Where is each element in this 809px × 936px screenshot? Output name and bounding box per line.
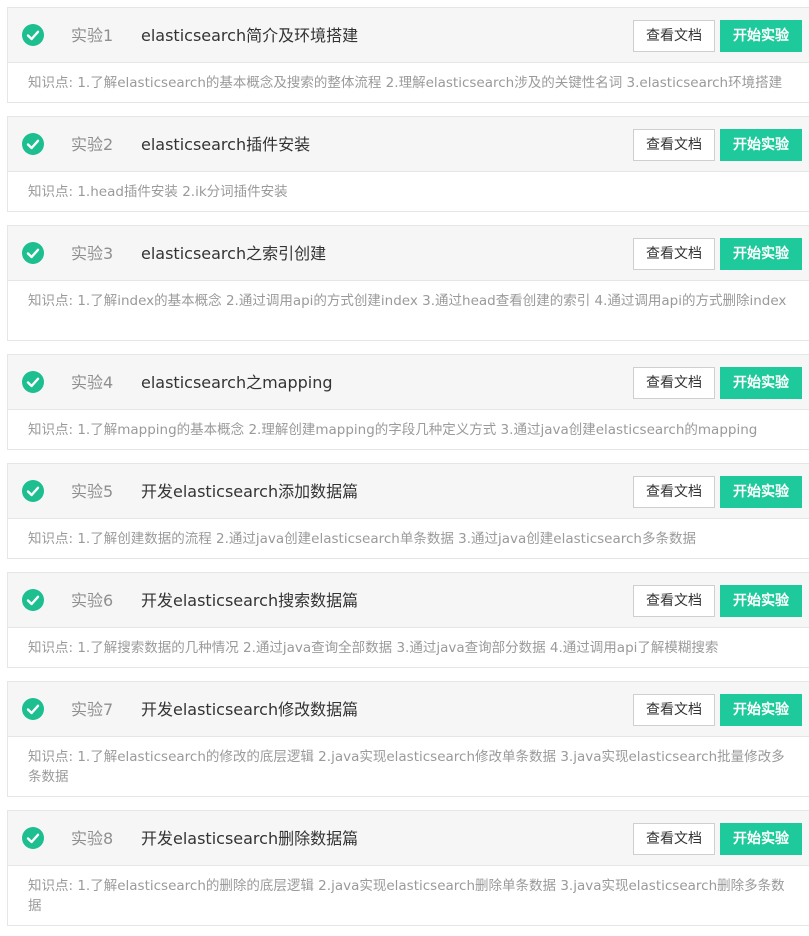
lab-card: 实验5 开发elasticsearch添加数据篇 查看文档 开始实验 知识点: … [7,463,809,559]
lab-card: 实验4 elasticsearch之mapping 查看文档 开始实验 知识点:… [7,354,809,450]
lab-number: 实验5 [71,482,114,501]
lab-card: 实验7 开发elasticsearch修改数据篇 查看文档 开始实验 知识点: … [7,681,809,797]
lab-card: 实验8 开发elasticsearch删除数据篇 查看文档 开始实验 知识点: … [7,810,809,926]
check-circle-icon [22,133,44,155]
knowledge-points: 知识点: 1.了解elasticsearch的删除的底层逻辑 2.java实现e… [28,878,785,914]
start-lab-button[interactable]: 开始实验 [720,367,802,399]
start-lab-button[interactable]: 开始实验 [720,694,802,726]
lab-title: elasticsearch简介及环境搭建 [141,26,359,45]
lab-card: 实验2 elasticsearch插件安装 查看文档 开始实验 知识点: 1.h… [7,116,809,212]
lab-number: 实验7 [71,700,114,719]
knowledge-points: 知识点: 1.了解mapping的基本概念 2.理解创建mapping的字段几种… [28,422,758,438]
start-lab-button[interactable]: 开始实验 [720,823,802,855]
view-docs-button[interactable]: 查看文档 [633,476,715,508]
lab-header: 实验7 开发elasticsearch修改数据篇 查看文档 开始实验 [8,682,809,737]
lab-number: 实验6 [71,591,114,610]
knowledge-points: 知识点: 1.了解elasticsearch的修改的底层逻辑 2.java实现e… [28,749,785,785]
start-lab-button[interactable]: 开始实验 [720,238,802,270]
lab-number: 实验4 [71,373,114,392]
check-circle-icon [22,242,44,264]
check-circle-icon [22,480,44,502]
lab-number: 实验2 [71,135,114,154]
start-lab-button[interactable]: 开始实验 [720,20,802,52]
check-circle-icon [22,698,44,720]
lab-number: 实验8 [71,829,114,848]
view-docs-button[interactable]: 查看文档 [633,238,715,270]
lab-title: elasticsearch插件安装 [141,135,311,154]
knowledge-points: 知识点: 1.了解elasticsearch的基本概念及搜索的整体流程 2.理解… [28,75,783,91]
lab-title: 开发elasticsearch删除数据篇 [141,829,359,848]
view-docs-button[interactable]: 查看文档 [633,129,715,161]
lab-card: 实验6 开发elasticsearch搜索数据篇 查看文档 开始实验 知识点: … [7,572,809,668]
lab-title: 开发elasticsearch搜索数据篇 [141,591,359,610]
lab-card: 实验3 elasticsearch之索引创建 查看文档 开始实验 知识点: 1.… [7,225,809,341]
lab-header: 实验5 开发elasticsearch添加数据篇 查看文档 开始实验 [8,464,809,519]
view-docs-button[interactable]: 查看文档 [633,823,715,855]
lab-header: 实验4 elasticsearch之mapping 查看文档 开始实验 [8,355,809,410]
start-lab-button[interactable]: 开始实验 [720,585,802,617]
view-docs-button[interactable]: 查看文档 [633,585,715,617]
start-lab-button[interactable]: 开始实验 [720,129,802,161]
lab-header: 实验6 开发elasticsearch搜索数据篇 查看文档 开始实验 [8,573,809,628]
lab-header: 实验2 elasticsearch插件安装 查看文档 开始实验 [8,117,809,172]
lab-number: 实验1 [71,26,114,45]
lab-title: 开发elasticsearch添加数据篇 [141,482,359,501]
lab-number: 实验3 [71,244,114,263]
knowledge-points: 知识点: 1.了解创建数据的流程 2.通过java创建elasticsearch… [28,531,696,547]
knowledge-points: 知识点: 1.了解搜索数据的几种情况 2.通过java查询全部数据 3.通过ja… [28,640,719,656]
check-circle-icon [22,371,44,393]
start-lab-button[interactable]: 开始实验 [720,476,802,508]
lab-title: elasticsearch之索引创建 [141,244,327,263]
lab-title: 开发elasticsearch修改数据篇 [141,700,359,719]
lab-header: 实验8 开发elasticsearch删除数据篇 查看文档 开始实验 [8,811,809,866]
lab-header: 实验1 elasticsearch简介及环境搭建 查看文档 开始实验 [8,8,809,63]
lab-title: elasticsearch之mapping [141,373,333,392]
knowledge-points: 知识点: 1.head插件安装 2.ik分词插件安装 [28,184,288,200]
knowledge-points: 知识点: 1.了解index的基本概念 2.通过调用api的方式创建index … [28,293,787,309]
view-docs-button[interactable]: 查看文档 [633,694,715,726]
check-circle-icon [22,827,44,849]
check-circle-icon [22,589,44,611]
check-circle-icon [22,24,44,46]
view-docs-button[interactable]: 查看文档 [633,20,715,52]
lab-header: 实验3 elasticsearch之索引创建 查看文档 开始实验 [8,226,809,281]
lab-card: 实验1 elasticsearch简介及环境搭建 查看文档 开始实验 知识点: … [7,7,809,103]
view-docs-button[interactable]: 查看文档 [633,367,715,399]
